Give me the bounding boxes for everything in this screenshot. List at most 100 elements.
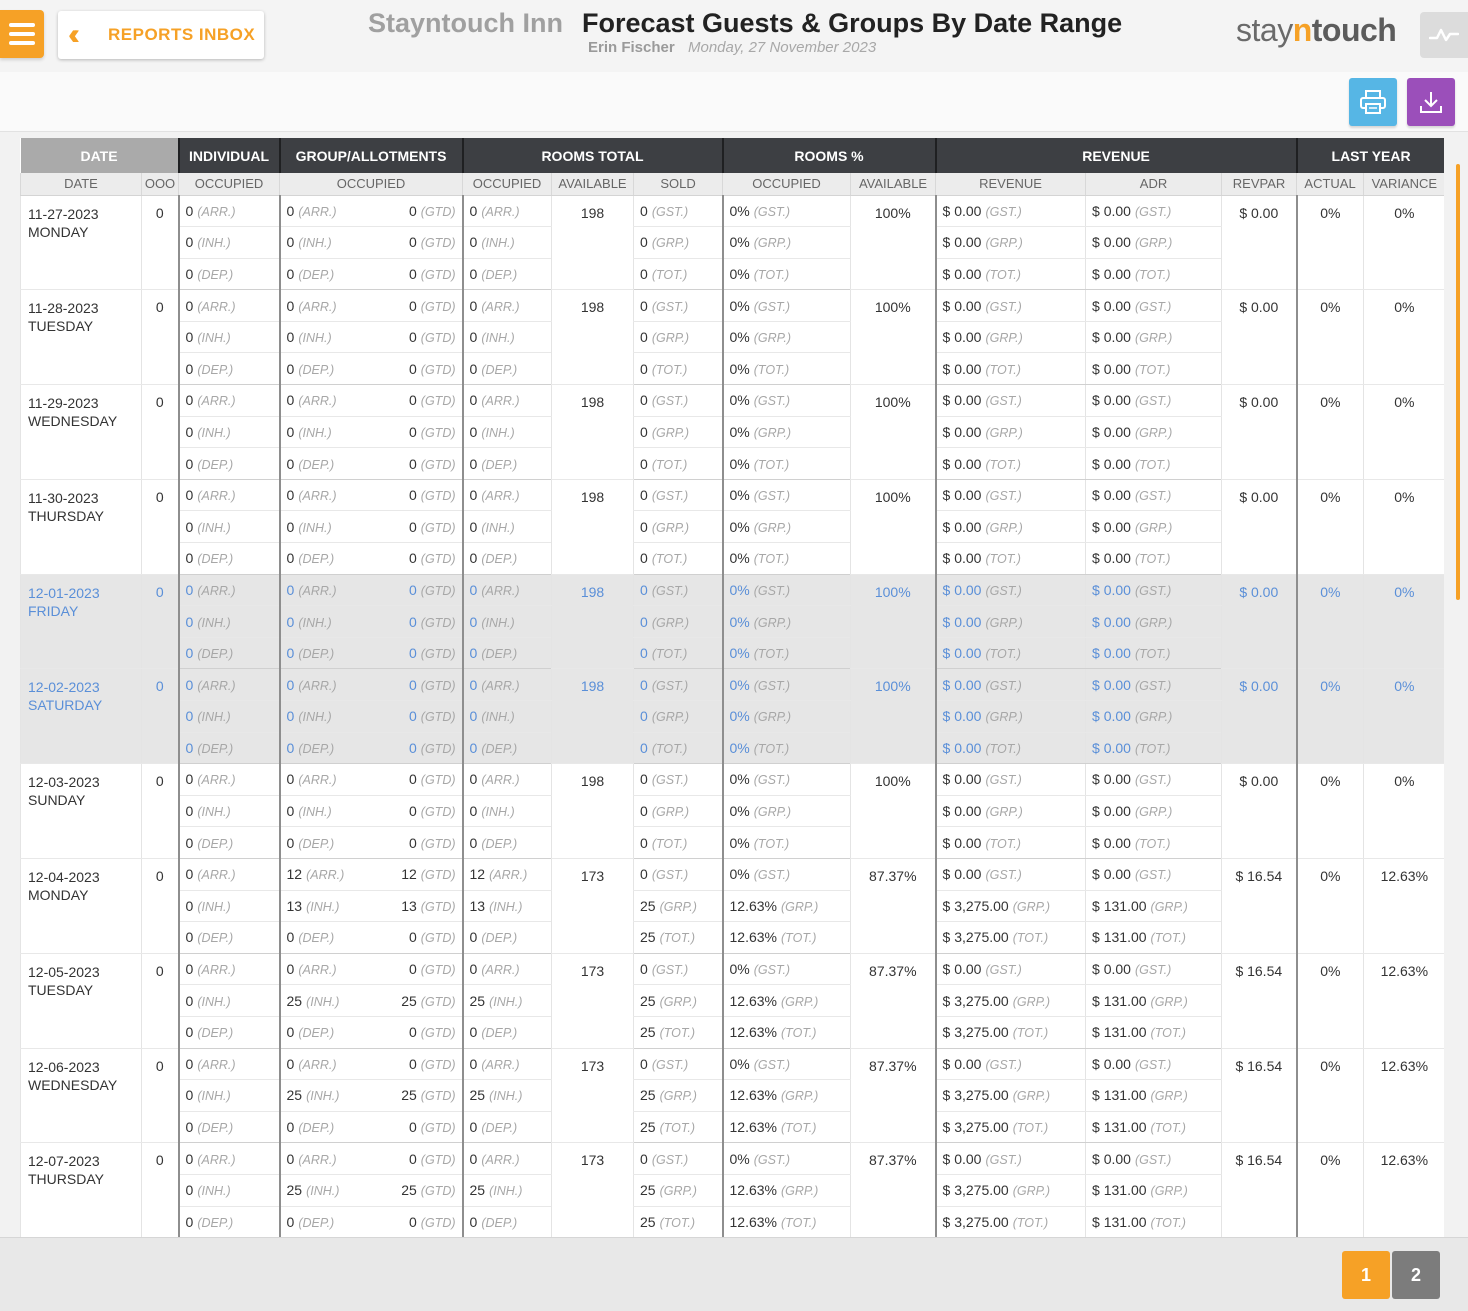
tot-available-cell: 173 [551,1142,634,1237]
adr-cell: $ 0.00 (GST.) [1085,668,1222,701]
tot-occupied-cell: 0 (ARR.) [461,763,552,796]
pct-occupied-cell: 0% (GRP.) [721,510,851,544]
table-row: 11-30-2023 THURSDAY 0 0 (ARR.) 0 (ARR.) 0 (GTD) 0… [20,479,1444,575]
tot-occupied-cell: 25 (INH.) [461,1174,552,1207]
page-2-button[interactable]: 2 [1392,1251,1440,1299]
tot-sold-cell: 0 (GST.) [633,384,723,417]
adr-cell: $ 0.00 (GST.) [1085,384,1222,417]
tot-sold-cell: 25 (TOT.) [633,1016,723,1049]
reports-inbox-button[interactable]: ‹‹ REPORTS INBOX [58,11,264,59]
revenue-cell: $ 0.00 (TOT.) [934,826,1086,859]
pct-available-cell: 87.37% [850,1142,936,1237]
revpar-cell: $ 16.54 [1221,953,1297,1049]
ly-actual-cell: 0% [1295,668,1364,765]
table-row: 12-07-2023 THURSDAY 0 0 (ARR.) 0 (ARR.) 0 (GTD) 0… [20,1142,1444,1237]
tot-occupied-cell: 0 (INH.) [461,605,552,638]
day-block: 11-28-2023 TUESDAY 0 0 (ARR.) 0 (ARR.) 0 (GTD) 0(… [20,289,1444,386]
menu-icon[interactable] [0,10,44,58]
user-name: Erin Fischer [588,39,675,56]
day-block: 12-07-2023 THURSDAY 0 0 (ARR.) 0 (ARR.) 0 (GTD) 0… [20,1142,1444,1237]
table-row: 12-05-2023 TUESDAY 0 0 (ARR.) 0 (ARR.) 0 (GTD) 0(… [20,953,1444,1049]
day-name: THURSDAY [28,507,104,524]
grp-occupied-cell: 0 (ARR.) 0 (GTD) [278,195,463,228]
tot-occupied-cell: 12 (ARR.) [461,858,552,891]
pct-available-cell: 87.37% [850,953,936,1049]
tot-occupied-cell: 0 (ARR.) [461,574,552,607]
tot-sold-cell: 25 (GRP.) [633,1079,723,1112]
ly-variance-cell: 0% [1363,384,1444,480]
revenue-cell: $ 0.00 (GST.) [934,953,1086,986]
adr-cell: $ 0.00 (GRP.) [1085,700,1222,733]
revenue-cell: $ 0.00 (TOT.) [934,637,1086,670]
tot-occupied-cell: 0 (DEP.) [461,732,552,765]
tot-occupied-cell: 0 (ARR.) [461,384,552,417]
tot-sold-cell: 0 (GST.) [633,574,723,607]
activity-icon[interactable] [1420,12,1468,58]
ind-occupied-cell: 0 (INH.) [177,984,280,1017]
ind-occupied-cell: 0 (ARR.) [177,574,280,607]
day-name: THURSDAY [28,1171,104,1188]
tot-sold-cell: 0 (GST.) [633,668,723,701]
ind-occupied-cell: 0 (INH.) [177,795,280,828]
pct-available-cell: 100% [850,195,936,291]
tot-available-cell: 173 [551,953,634,1049]
ind-occupied-cell: 0 (ARR.) [177,384,280,417]
ly-variance-cell: 0% [1363,763,1444,859]
ind-occupied-cell: 0 (DEP.) [177,447,280,480]
pct-occupied-cell: 0% (TOT.) [721,542,851,575]
revenue-cell: $ 3,275.00 (GRP.) [934,1079,1086,1112]
tot-occupied-cell: 0 (INH.) [461,321,552,354]
revenue-cell: $ 0.00 (GRP.) [934,510,1086,544]
tot-available-cell: 198 [551,289,634,386]
date-cell: 11-28-2023 TUESDAY [20,289,142,386]
download-button[interactable] [1407,78,1455,126]
tot-occupied-cell: 25 (INH.) [461,1079,552,1112]
date-value: 12-07-2023 [28,1153,100,1170]
reports-inbox-label: REPORTS INBOX [108,25,256,44]
tot-available-cell: 198 [551,479,634,575]
ind-occupied-cell: 0 (DEP.) [177,732,280,765]
header-group-allotments: GROUP/ALLOTMENTS [278,138,463,173]
pct-occupied-cell: 0% (GST.) [721,574,851,607]
tot-available-cell: 198 [551,668,634,765]
hotel-name: Stayntouch Inn [368,8,563,38]
tot-occupied-cell: 0 (DEP.) [461,542,552,575]
report-title: Forecast Guests & Groups By Date Range [582,8,1123,38]
date-cell: 11-29-2023 WEDNESDAY [20,384,142,480]
revpar-cell: $ 16.54 [1221,1142,1297,1237]
ly-actual-cell: 0% [1295,953,1364,1049]
revenue-cell: $ 0.00 (GRP.) [934,795,1086,828]
revpar-cell: $ 0.00 [1221,289,1297,386]
ind-occupied-cell: 0 (DEP.) [177,1016,280,1049]
tot-sold-cell: 0 (GRP.) [633,321,723,354]
grp-occupied-cell: 0 (ARR.) 0 (GTD) [278,953,463,986]
revpar-cell: $ 16.54 [1221,1048,1297,1144]
brand-logo: stayntouch [1236,12,1397,48]
page-1-button[interactable]: 1 [1342,1251,1390,1299]
tot-occupied-cell: 0 (ARR.) [461,1048,552,1081]
pct-occupied-cell: 0% (GST.) [721,289,851,322]
ind-occupied-cell: 0 (DEP.) [177,258,280,291]
adr-cell: $ 0.00 (GRP.) [1085,795,1222,828]
revenue-cell: $ 0.00 (GST.) [934,195,1086,228]
tot-occupied-cell: 0 (DEP.) [461,447,552,480]
day-name: WEDNESDAY [28,1076,118,1093]
grp-occupied-cell: 0 (DEP.) 0 (GTD) [278,921,463,954]
col-adr: ADR [1085,173,1222,196]
revenue-cell: $ 0.00 (GST.) [934,668,1086,701]
revenue-cell: $ 0.00 (TOT.) [934,732,1086,765]
grp-occupied-cell: 0 (DEP.) 0 (GTD) [278,1206,463,1237]
vertical-scrollbar[interactable] [1456,164,1460,600]
revpar-cell: $ 0.00 [1221,384,1297,480]
ooo-cell: 0 [140,668,179,765]
tot-sold-cell: 0 (GST.) [633,289,723,322]
grp-occupied-cell: 0 (INH.) 0 (GTD) [278,795,463,828]
grp-occupied-cell: 0 (INH.) 0 (GTD) [278,226,463,259]
ind-occupied-cell: 0 (DEP.) [177,1206,280,1237]
tot-sold-cell: 0 (TOT.) [633,637,723,670]
grp-occupied-cell: 25 (INH.) 25 (GTD) [278,984,463,1017]
print-button[interactable] [1349,78,1397,126]
report-table-container[interactable]: DATE INDIVIDUAL GROUP/ALLOTMENTS ROOMS T… [20,138,1444,1237]
tot-occupied-cell: 0 (INH.) [461,510,552,544]
pagination-bar: 1 2 [0,1237,1468,1311]
